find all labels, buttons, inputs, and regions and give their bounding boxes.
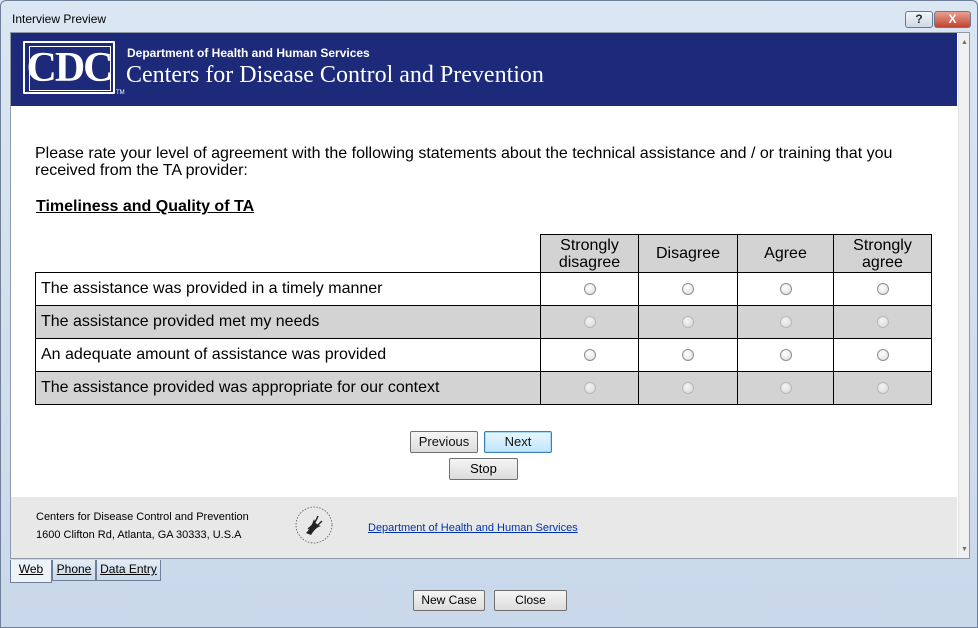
table-row: The assistance provided met my needs bbox=[35, 305, 932, 339]
col-strongly-agree: Strongly agree bbox=[833, 234, 932, 273]
next-button[interactable]: Next bbox=[484, 431, 552, 453]
option-cell bbox=[737, 371, 834, 405]
option-cell bbox=[638, 371, 738, 405]
radio-disagree[interactable] bbox=[682, 381, 694, 394]
radio-strongly-agree[interactable] bbox=[876, 348, 889, 361]
option-cell bbox=[737, 272, 834, 306]
col-agree: Agree bbox=[737, 234, 834, 273]
radio-strongly-disagree[interactable] bbox=[583, 282, 596, 295]
trademark-mark: TM bbox=[116, 90, 125, 96]
previous-button[interactable]: Previous bbox=[410, 431, 478, 453]
option-cell bbox=[737, 338, 834, 372]
radio-strongly-agree[interactable] bbox=[876, 282, 889, 295]
option-cell bbox=[638, 272, 738, 306]
option-cell bbox=[540, 371, 639, 405]
scroll-up-arrow-icon[interactable]: ▲ bbox=[961, 39, 968, 46]
close-button[interactable]: Close bbox=[494, 590, 567, 611]
radio-agree[interactable] bbox=[779, 282, 792, 295]
tab-web-label: Web bbox=[18, 562, 44, 576]
footer-address: 1600 Clifton Rd, Atlanta, GA 30333, U.S.… bbox=[36, 529, 242, 541]
radio-disagree[interactable] bbox=[682, 282, 694, 295]
radio-strongly-disagree[interactable] bbox=[583, 315, 596, 328]
statement-label: The assistance was provided in a timely … bbox=[35, 272, 541, 306]
radio-disagree[interactable] bbox=[682, 348, 694, 361]
tab-data-entry-label: Data Entry bbox=[100, 562, 157, 576]
option-cell bbox=[638, 338, 738, 372]
radio-strongly-agree[interactable] bbox=[876, 315, 889, 328]
scroll-down-arrow-icon[interactable]: ▼ bbox=[961, 546, 968, 553]
cdc-banner: CDC TM Department of Health and Human Se… bbox=[11, 33, 957, 106]
tab-data-entry[interactable]: Data Entry bbox=[96, 560, 161, 581]
window-close-button[interactable]: X bbox=[934, 11, 971, 28]
radio-agree[interactable] bbox=[779, 348, 792, 361]
window-title: Interview Preview bbox=[12, 12, 107, 26]
radio-strongly-disagree[interactable] bbox=[583, 381, 596, 394]
rating-grid: Strongly disagree Disagree Agree Strongl… bbox=[35, 234, 932, 405]
cdc-logo-text: CDC bbox=[26, 45, 114, 91]
option-cell bbox=[833, 371, 932, 405]
survey-instructions: Please rate your level of agreement with… bbox=[35, 145, 893, 179]
radio-agree[interactable] bbox=[779, 315, 792, 328]
option-cell bbox=[540, 305, 639, 339]
table-row: The assistance was provided in a timely … bbox=[35, 272, 932, 306]
option-cell bbox=[833, 338, 932, 372]
radio-agree[interactable] bbox=[779, 381, 792, 394]
new-case-button[interactable]: New Case bbox=[413, 590, 485, 611]
option-cell bbox=[737, 305, 834, 339]
table-row: An adequate amount of assistance was pro… bbox=[35, 338, 932, 372]
option-cell bbox=[833, 305, 932, 339]
statement-label: An adequate amount of assistance was pro… bbox=[35, 338, 541, 372]
option-cell bbox=[540, 338, 639, 372]
section-title: Timeliness and Quality of TA bbox=[36, 198, 255, 215]
vertical-scrollbar[interactable]: ▲ ▼ bbox=[958, 33, 969, 558]
statement-label: The assistance provided was appropriate … bbox=[35, 371, 541, 405]
radio-strongly-disagree[interactable] bbox=[583, 348, 596, 361]
agency-name: Centers for Disease Control and Preventi… bbox=[126, 62, 544, 88]
radio-disagree[interactable] bbox=[682, 315, 694, 328]
hhs-seal-icon bbox=[295, 506, 333, 544]
tab-phone-label: Phone bbox=[56, 562, 92, 576]
tab-phone[interactable]: Phone bbox=[52, 560, 96, 581]
page-footer: Centers for Disease Control and Preventi… bbox=[11, 497, 957, 558]
interview-content: CDC TM Department of Health and Human Se… bbox=[10, 32, 970, 559]
footer-org-name: Centers for Disease Control and Preventi… bbox=[36, 511, 249, 523]
hhs-link[interactable]: Department of Health and Human Services bbox=[368, 522, 578, 534]
option-cell bbox=[638, 305, 738, 339]
cdc-logo: CDC bbox=[23, 41, 115, 94]
col-disagree: Disagree bbox=[638, 234, 738, 273]
statement-label: The assistance provided met my needs bbox=[35, 305, 541, 339]
option-cell bbox=[540, 272, 639, 306]
radio-strongly-agree[interactable] bbox=[876, 381, 889, 394]
header-spacer bbox=[36, 235, 541, 273]
help-button[interactable]: ? bbox=[905, 11, 933, 28]
stop-button[interactable]: Stop bbox=[449, 458, 518, 480]
department-name: Department of Health and Human Services bbox=[127, 46, 370, 60]
col-strongly-disagree: Strongly disagree bbox=[540, 234, 639, 273]
table-row: The assistance provided was appropriate … bbox=[35, 371, 932, 405]
tab-web[interactable]: Web bbox=[10, 560, 52, 583]
option-cell bbox=[833, 272, 932, 306]
rating-header-row: Strongly disagree Disagree Agree Strongl… bbox=[36, 234, 932, 273]
title-bar: Interview Preview ? X bbox=[1, 1, 977, 31]
interview-preview-window: Interview Preview ? X CDC TM Department … bbox=[0, 0, 978, 628]
